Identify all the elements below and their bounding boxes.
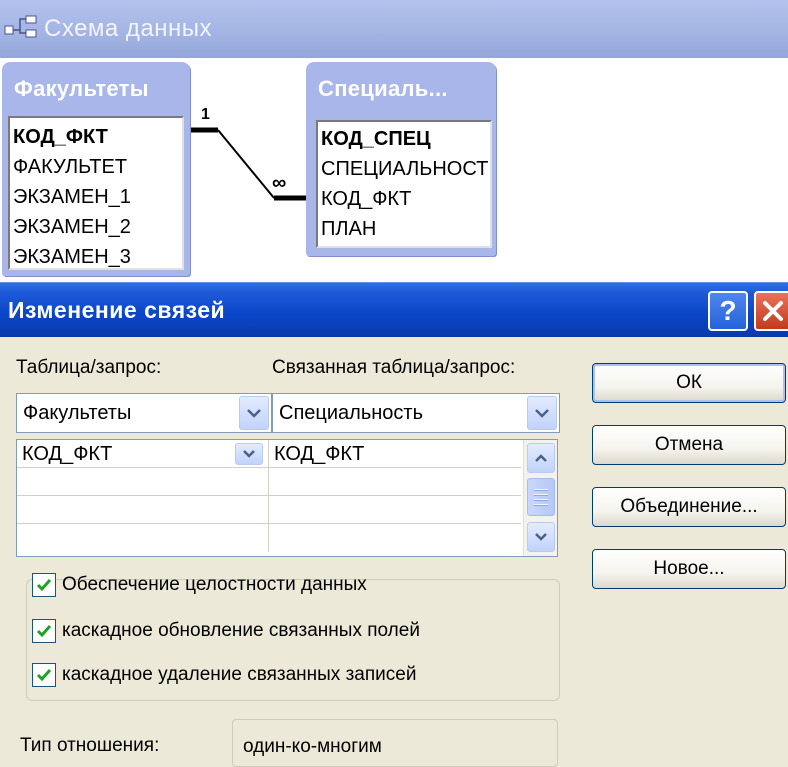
table-row[interactable] bbox=[17, 468, 521, 496]
table-faculties-field-list[interactable]: КОД_ФКТ ФАКУЛЬТЕТ ЭКЗАМЕН_1 ЭКЗАМЕН_2 ЭК… bbox=[8, 116, 184, 270]
checkmark-icon bbox=[36, 625, 52, 638]
table-specialties[interactable]: Специаль... КОД_СПЕЦ СПЕЦИАЛЬНОСТ КОД_ФК… bbox=[306, 62, 496, 256]
table-row[interactable] bbox=[17, 496, 521, 524]
field-item[interactable]: ФАКУЛЬТЕТ bbox=[10, 152, 182, 182]
cascade-update-checkbox[interactable] bbox=[32, 619, 56, 643]
enforce-integrity-label: Обеспечение целостности данных bbox=[62, 574, 367, 595]
table-row[interactable]: КОД_ФКТ КОД_ФКТ bbox=[17, 440, 521, 468]
relation-type-box: один-ко-многим bbox=[232, 719, 558, 767]
primary-field-cell[interactable] bbox=[17, 496, 269, 524]
enforce-integrity-checkbox[interactable] bbox=[32, 573, 56, 597]
field-item[interactable]: ЭКЗАМЕН_1 bbox=[10, 182, 182, 212]
chevron-down-icon bbox=[243, 450, 255, 458]
cascade-update-option[interactable]: каскадное обновление связанных полей bbox=[32, 619, 420, 643]
field-item[interactable]: СПЕЦИАЛЬНОСТ bbox=[318, 154, 490, 184]
field-primary-key[interactable]: КОД_СПЕЦ bbox=[318, 124, 490, 154]
relation-type-label: Тип отношения: bbox=[20, 735, 160, 756]
relation-one-label: 1 bbox=[201, 106, 210, 123]
relation-many-label: ∞ bbox=[272, 172, 287, 194]
related-field-cell[interactable] bbox=[269, 524, 521, 552]
close-icon bbox=[763, 301, 783, 321]
table-row[interactable] bbox=[17, 524, 521, 552]
checkmark-icon bbox=[36, 579, 52, 592]
field-item[interactable]: КОД_ФКТ bbox=[318, 184, 490, 214]
enforce-integrity-option[interactable]: Обеспечение целостности данных bbox=[32, 573, 367, 597]
ok-button[interactable]: ОК bbox=[592, 363, 786, 403]
scroll-down-button[interactable] bbox=[527, 522, 555, 552]
table-label: Таблица/запрос: bbox=[16, 357, 162, 378]
relation-type-value: один-ко-многим bbox=[243, 736, 382, 757]
related-field-cell[interactable]: КОД_ФКТ bbox=[269, 440, 521, 468]
scroll-thumb[interactable] bbox=[527, 478, 555, 516]
primary-field-dropdown-button[interactable] bbox=[235, 443, 263, 465]
primary-field-cell[interactable] bbox=[17, 468, 269, 496]
dialog-title: Изменение связей bbox=[8, 297, 226, 323]
field-item[interactable]: ПЛАН bbox=[318, 214, 490, 244]
primary-field-value: КОД_ФКТ bbox=[22, 443, 113, 465]
table-select-value: Факультеты bbox=[23, 402, 132, 424]
checkmark-icon bbox=[36, 669, 52, 682]
primary-field-cell[interactable] bbox=[17, 524, 269, 552]
field-primary-key[interactable]: КОД_ФКТ bbox=[10, 122, 182, 152]
cascade-delete-label: каскадное удаление связанных записей bbox=[62, 664, 417, 685]
field-item[interactable]: ЭКЗАМЕН_3 bbox=[10, 242, 182, 268]
table-specialties-title: Специаль... bbox=[318, 76, 448, 101]
cascade-update-label: каскадное обновление связанных полей bbox=[62, 620, 420, 641]
chevron-down-icon bbox=[247, 409, 261, 418]
grid-scrollbar[interactable] bbox=[523, 440, 557, 556]
related-table-select[interactable]: Специальность bbox=[272, 393, 560, 433]
relationships-window: Схема данных 1 ∞ Факультеты КОД_ФКТ ФАКУ… bbox=[0, 0, 788, 282]
field-item[interactable]: ЭКЗАМЕН_2 bbox=[10, 212, 182, 242]
scroll-up-button[interactable] bbox=[527, 443, 555, 473]
cascade-delete-checkbox[interactable] bbox=[32, 663, 56, 687]
cancel-button[interactable]: Отмена bbox=[592, 425, 786, 465]
chevron-up-icon bbox=[535, 454, 547, 462]
chevron-down-icon bbox=[535, 409, 549, 418]
table-faculties[interactable]: Факультеты КОД_ФКТ ФАКУЛЬТЕТ ЭКЗАМЕН_1 Э… bbox=[2, 62, 190, 276]
primary-field-cell[interactable]: КОД_ФКТ bbox=[17, 440, 269, 468]
join-type-button[interactable]: Объединение... bbox=[592, 487, 786, 527]
chevron-down-icon bbox=[535, 533, 547, 541]
table-specialties-field-list[interactable]: КОД_СПЕЦ СПЕЦИАЛЬНОСТ КОД_ФКТ ПЛАН bbox=[316, 120, 492, 248]
edit-relationships-dialog: Изменение связей ? Таблица/запрос: Связа… bbox=[0, 282, 788, 767]
table-faculties-title: Факультеты bbox=[14, 76, 149, 101]
cascade-delete-option[interactable]: каскадное удаление связанных записей bbox=[32, 663, 416, 687]
close-button[interactable] bbox=[754, 291, 788, 331]
related-table-label: Связанная таблица/запрос: bbox=[272, 357, 516, 378]
related-table-select-dropdown-button[interactable] bbox=[527, 396, 557, 430]
new-relationship-button[interactable]: Новое... bbox=[592, 549, 786, 589]
related-table-select-value: Специальность bbox=[279, 402, 423, 424]
table-select[interactable]: Факультеты bbox=[16, 393, 272, 433]
related-field-cell[interactable] bbox=[269, 496, 521, 524]
table-select-dropdown-button[interactable] bbox=[239, 396, 269, 430]
help-button[interactable]: ? bbox=[708, 291, 748, 331]
field-mapping-grid[interactable]: КОД_ФКТ КОД_ФКТ bbox=[16, 439, 558, 557]
related-field-cell[interactable] bbox=[269, 468, 521, 496]
help-icon: ? bbox=[719, 295, 737, 326]
dialog-titlebar[interactable]: Изменение связей ? bbox=[0, 283, 788, 337]
